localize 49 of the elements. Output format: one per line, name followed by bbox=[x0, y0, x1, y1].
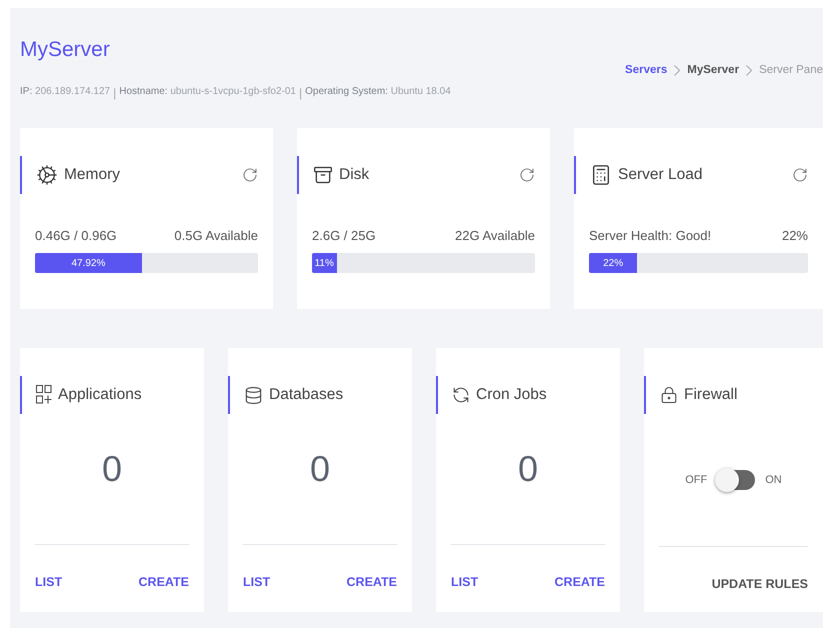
action-link[interactable]: UPDATE RULES bbox=[712, 577, 808, 591]
action-link[interactable]: CREATE bbox=[138, 575, 189, 589]
refresh-icon[interactable] bbox=[519, 167, 535, 183]
count-value: 0 bbox=[308, 448, 332, 491]
card-title: Memory bbox=[64, 166, 121, 184]
lock-icon bbox=[660, 386, 678, 404]
chevron-icon bbox=[746, 64, 752, 76]
breadcrumb-item: Server Pane bbox=[759, 64, 823, 76]
usage-text: 0.46G / 0.96G bbox=[35, 228, 117, 243]
card-title: Applications bbox=[58, 386, 143, 404]
card-title: Server Load bbox=[618, 166, 704, 184]
on-label: ON bbox=[765, 474, 782, 486]
server-info: Hostname: ubuntu-s-1vcpu-1gb-sfo2-01 bbox=[119, 86, 296, 99]
cycle-arrows-icon bbox=[452, 386, 470, 404]
squares-plus-icon bbox=[36, 385, 52, 405]
action-link[interactable]: LIST bbox=[451, 575, 478, 589]
gear-icon bbox=[36, 164, 58, 186]
refresh-icon[interactable] bbox=[792, 167, 808, 183]
separator: | bbox=[113, 86, 116, 100]
count-value: 0 bbox=[100, 448, 124, 491]
breadcrumb-item: MyServer bbox=[687, 64, 740, 76]
calculator-icon bbox=[590, 164, 612, 186]
action-link[interactable]: CREATE bbox=[346, 575, 397, 589]
firewall-switch[interactable] bbox=[717, 470, 756, 490]
card-title: Firewall bbox=[684, 386, 738, 404]
chevron-icon bbox=[674, 64, 680, 76]
refresh-icon[interactable] bbox=[242, 167, 258, 183]
action-link[interactable]: CREATE bbox=[554, 575, 605, 589]
progress-fill: 47.92% bbox=[35, 253, 142, 273]
usage-text: 2.6G / 25G bbox=[312, 228, 376, 243]
progress-fill: 22% bbox=[589, 253, 638, 273]
card-title: Disk bbox=[339, 166, 370, 184]
card-title: Cron Jobs bbox=[476, 386, 548, 404]
breadcrumb-item[interactable]: Servers bbox=[625, 64, 668, 76]
off-label: OFF bbox=[685, 474, 708, 486]
action-link[interactable]: LIST bbox=[35, 575, 62, 589]
available-text: 22% bbox=[782, 228, 808, 243]
progress-fill: 11% bbox=[312, 253, 337, 273]
available-text: 22G Available bbox=[455, 228, 535, 243]
action-link[interactable]: LIST bbox=[243, 575, 270, 589]
available-text: 0.5G Available bbox=[174, 228, 258, 243]
usage-text: Server Health: Good! bbox=[589, 228, 712, 243]
server-info: IP: 206.189.174.127 bbox=[20, 86, 110, 99]
server-info: Operating System: Ubuntu 18.04 bbox=[305, 86, 451, 99]
card-title: Databases bbox=[269, 386, 344, 404]
database-icon bbox=[244, 386, 263, 404]
server-title: MyServer bbox=[20, 38, 111, 62]
count-value: 0 bbox=[516, 448, 540, 491]
separator: | bbox=[299, 86, 302, 100]
